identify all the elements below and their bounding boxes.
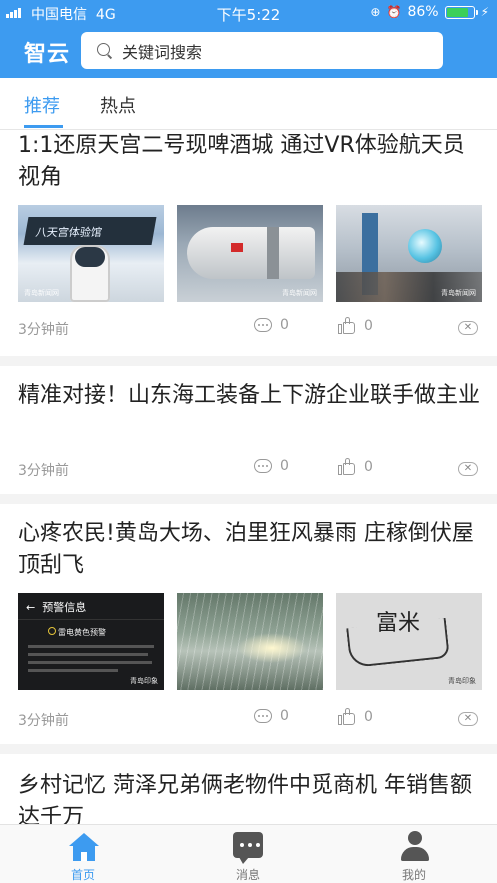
- like-button[interactable]: 0: [338, 458, 373, 476]
- light-glow: [237, 633, 307, 663]
- comment-icon: [254, 459, 272, 473]
- article-meta: 3分钟前 0 0 ✕: [18, 708, 480, 730]
- dismiss-icon[interactable]: ✕: [458, 712, 478, 726]
- spacecraft-figure: [187, 227, 315, 279]
- nav-profile[interactable]: 我的: [354, 825, 474, 883]
- like-button[interactable]: 0: [338, 708, 373, 726]
- search-placeholder: 关键词搜索: [122, 42, 203, 62]
- like-button[interactable]: 0: [338, 317, 373, 335]
- comment-button[interactable]: 0: [254, 458, 289, 474]
- thumbs-up-icon: [338, 317, 356, 335]
- category-tabs: 推荐 热点: [0, 78, 497, 130]
- thumbnail-image[interactable]: 青岛新闻网: [336, 205, 482, 302]
- search-icon: [97, 42, 113, 59]
- nav-home[interactable]: 首页: [23, 825, 143, 883]
- alert-dot-icon: [48, 627, 56, 635]
- charging-icon: ⚡: [480, 5, 489, 19]
- article-thumbnails: ← 预警信息 雷电黄色预警 青岛印象 富米 青岛印象: [18, 593, 482, 690]
- like-count: 0: [364, 709, 373, 725]
- exhibit-sign: 八天宫体验馆: [23, 217, 157, 245]
- dismiss-icon[interactable]: ✕: [458, 321, 478, 335]
- comment-count: 0: [280, 458, 289, 474]
- comment-icon: [254, 709, 272, 723]
- watermark: 青岛新闻网: [24, 289, 59, 297]
- watermark: 青岛新闻网: [282, 289, 317, 297]
- comment-button[interactable]: 0: [254, 317, 289, 333]
- article-card[interactable]: 精准对接！山东海工装备上下游企业联手做主业 3分钟前 0 0 ✕: [0, 366, 497, 504]
- nav-label: 我的: [401, 868, 426, 882]
- article-meta: 3分钟前 0 0 ✕: [18, 317, 480, 339]
- message-icon: [233, 832, 263, 864]
- active-tab-indicator: [24, 125, 63, 128]
- news-feed[interactable]: 1:1还原天宫二号现啤酒城 通过VR体验航天员视角 八天宫体验馆 青岛新闻网 青…: [0, 130, 497, 824]
- dismiss-icon[interactable]: ✕: [458, 462, 478, 476]
- thumbs-up-icon: [338, 708, 356, 726]
- battery-fill: [446, 7, 468, 17]
- status-bar: 中国电信 4G 下午5:22 ⊕ ⏰ 86% ⚡: [0, 0, 497, 26]
- article-thumbnails: 八天宫体验馆 青岛新闻网 青岛新闻网 青岛新闻网: [18, 205, 482, 302]
- article-title[interactable]: 乡村记忆 菏泽兄弟俩老物件中觅商机 年销售额达千万: [18, 770, 480, 824]
- time-ago: 3分钟前: [18, 463, 69, 479]
- article-meta: 3分钟前 0 0 ✕: [18, 458, 480, 480]
- like-count: 0: [364, 318, 373, 334]
- time-ago: 3分钟前: [18, 322, 69, 338]
- bottom-navigation: 首页 消息 我的: [0, 824, 497, 883]
- rotation-lock-icon: ⊕: [370, 5, 381, 19]
- alert-label: 雷电黄色预警: [58, 628, 106, 637]
- home-icon: [69, 833, 99, 861]
- tab-recommend[interactable]: 推荐: [24, 92, 60, 118]
- nav-messages[interactable]: 消息: [188, 825, 308, 883]
- nav-label: 首页: [70, 868, 95, 882]
- battery-percent: 86%: [407, 4, 439, 20]
- nav-label: 消息: [235, 868, 260, 882]
- comment-count: 0: [280, 317, 289, 333]
- like-count: 0: [364, 459, 373, 475]
- comment-button[interactable]: 0: [254, 708, 289, 724]
- alarm-icon: ⏰: [386, 5, 402, 19]
- flag-figure: [231, 243, 243, 252]
- profile-icon: [401, 831, 429, 861]
- app-logo: 智云: [24, 42, 71, 67]
- article-title[interactable]: 心疼农民!黄岛大场、泊里狂风暴雨 庄稼倒伏屋顶刮飞: [18, 518, 480, 582]
- article-title[interactable]: 1:1还原天宫二号现啤酒城 通过VR体验航天员视角: [18, 130, 480, 194]
- article-card[interactable]: 乡村记忆 菏泽兄弟俩老物件中觅商机 年销售额达千万: [0, 754, 497, 824]
- article-card[interactable]: 心疼农民!黄岛大场、泊里狂风暴雨 庄稼倒伏屋顶刮飞 ← 预警信息 雷电黄色预警 …: [0, 504, 497, 754]
- thumbnail-image[interactable]: 富米 青岛印象: [336, 593, 482, 690]
- app-header: 中国电信 4G 下午5:22 ⊕ ⏰ 86% ⚡ 智云 关键词搜索: [0, 0, 497, 78]
- comment-icon: [254, 318, 272, 332]
- tab-hot[interactable]: 热点: [100, 92, 136, 118]
- status-right: ⊕ ⏰ 86% ⚡: [370, 4, 489, 20]
- article-title[interactable]: 精准对接！山东海工装备上下游企业联手做主业: [18, 380, 480, 412]
- thumbnail-image[interactable]: 八天宫体验馆 青岛新闻网: [18, 205, 164, 302]
- thumbnail-image[interactable]: ← 预警信息 雷电黄色预警 青岛印象: [18, 593, 164, 690]
- thumbs-up-icon: [338, 458, 356, 476]
- watermark: 青岛印象: [448, 677, 476, 685]
- comment-count: 0: [280, 708, 289, 724]
- helmet-figure: [75, 247, 105, 267]
- alert-screen-header: ← 预警信息: [26, 601, 87, 614]
- article-card[interactable]: 1:1还原天宫二号现啤酒城 通过VR体验航天员视角 八天宫体验馆 青岛新闻网 青…: [0, 130, 497, 366]
- thumbnail-image[interactable]: 青岛新闻网: [177, 205, 323, 302]
- watermark: 青岛印象: [130, 677, 158, 685]
- battery-icon: [444, 5, 478, 19]
- docking-ring-figure: [267, 227, 279, 279]
- thumbnail-image[interactable]: [177, 593, 323, 690]
- time-ago: 3分钟前: [18, 713, 69, 729]
- watermark: 青岛新闻网: [441, 289, 476, 297]
- ink-stroke: [346, 617, 450, 669]
- search-input[interactable]: 关键词搜索: [81, 32, 443, 69]
- globe-figure: [408, 229, 442, 263]
